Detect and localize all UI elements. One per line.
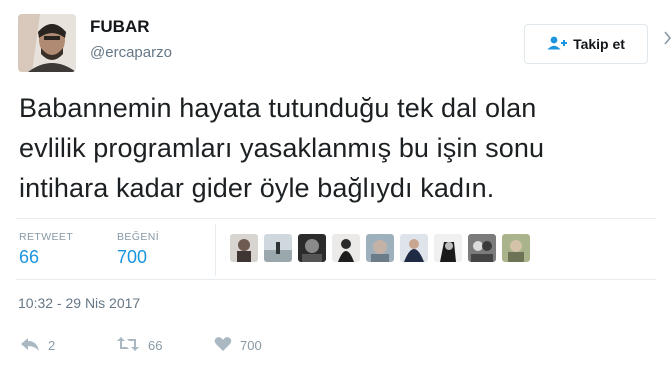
tweet-text-line: evlilik programları yasaklanmış bu işin …: [19, 133, 545, 163]
tweet-timestamp[interactable]: 10:32 - 29 Nis 2017: [18, 295, 140, 311]
like-button[interactable]: 700: [214, 336, 262, 355]
divider: [215, 224, 216, 276]
liker-avatar[interactable]: [230, 234, 258, 262]
like-stat-label: BEĞENİ: [117, 231, 160, 243]
liker-avatar[interactable]: [264, 234, 292, 262]
liker-avatars: [230, 234, 530, 262]
liker-avatar[interactable]: [400, 234, 428, 262]
liker-avatar[interactable]: [332, 234, 360, 262]
reply-count: 2: [48, 338, 56, 353]
tweet-text-line: Babannemin hayata tutunduğu tek dal olan: [19, 93, 537, 123]
retweet-stat-count: 66: [19, 247, 40, 267]
liker-avatar[interactable]: [298, 234, 326, 262]
user-handle[interactable]: @ercaparzo: [90, 44, 172, 61]
like-count: 700: [240, 338, 262, 353]
liker-avatar[interactable]: [502, 234, 530, 262]
like-stat-count: 700: [117, 247, 148, 267]
like-stat[interactable]: BEĞENİ 700: [117, 231, 159, 268]
divider: [16, 218, 656, 219]
retweet-count: 66: [148, 338, 163, 353]
divider: [16, 279, 656, 280]
avatar[interactable]: [18, 14, 76, 72]
add-user-icon: [547, 36, 568, 53]
retweet-icon: [116, 336, 140, 355]
heart-icon: [214, 336, 232, 355]
retweet-stat-label: RETWEET: [19, 231, 74, 243]
retweet-button[interactable]: 66: [116, 336, 162, 355]
follow-button-label: Takip et: [573, 36, 625, 52]
tweet-text-line: intihara kadar gider öyle bağlıydı kadın…: [19, 173, 495, 203]
reply-button[interactable]: 2: [20, 336, 55, 355]
chevron-right-icon[interactable]: [664, 30, 672, 46]
display-name[interactable]: FUBAR: [90, 17, 150, 37]
liker-avatar[interactable]: [366, 234, 394, 262]
liker-avatar[interactable]: [434, 234, 462, 262]
liker-avatar[interactable]: [468, 234, 496, 262]
tweet-text: Babannemin hayata tutunduğu tek dal olan…: [19, 88, 659, 208]
retweet-stat[interactable]: RETWEET 66: [19, 231, 73, 268]
follow-button[interactable]: Takip et: [524, 24, 648, 64]
reply-icon: [20, 336, 40, 355]
